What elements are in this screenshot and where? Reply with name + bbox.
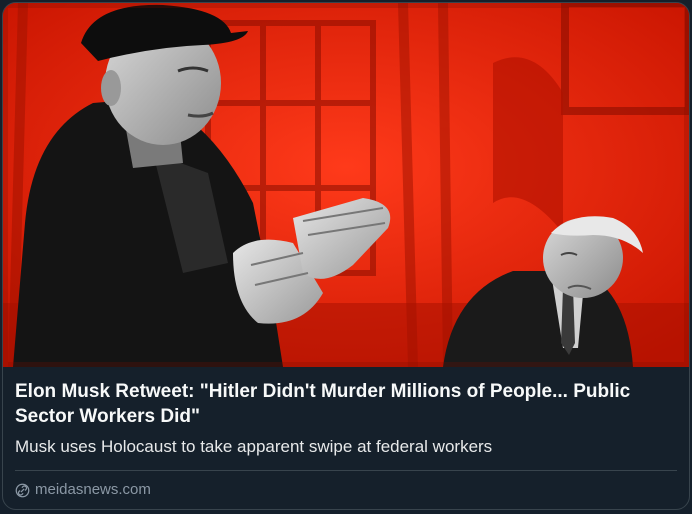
link-preview-image[interactable]	[3, 3, 689, 367]
link-domain[interactable]: meidasnews.com	[35, 480, 151, 500]
collage-photo	[3, 3, 689, 367]
link-preview-card[interactable]: Elon Musk Retweet: "Hitler Didn't Murder…	[2, 2, 690, 510]
divider	[15, 470, 677, 471]
link-title[interactable]: Elon Musk Retweet: "Hitler Didn't Murder…	[15, 379, 665, 429]
link-source[interactable]: meidasnews.com	[15, 480, 151, 500]
link-description: Musk uses Holocaust to take apparent swi…	[15, 437, 493, 456]
link-icon	[15, 483, 30, 498]
